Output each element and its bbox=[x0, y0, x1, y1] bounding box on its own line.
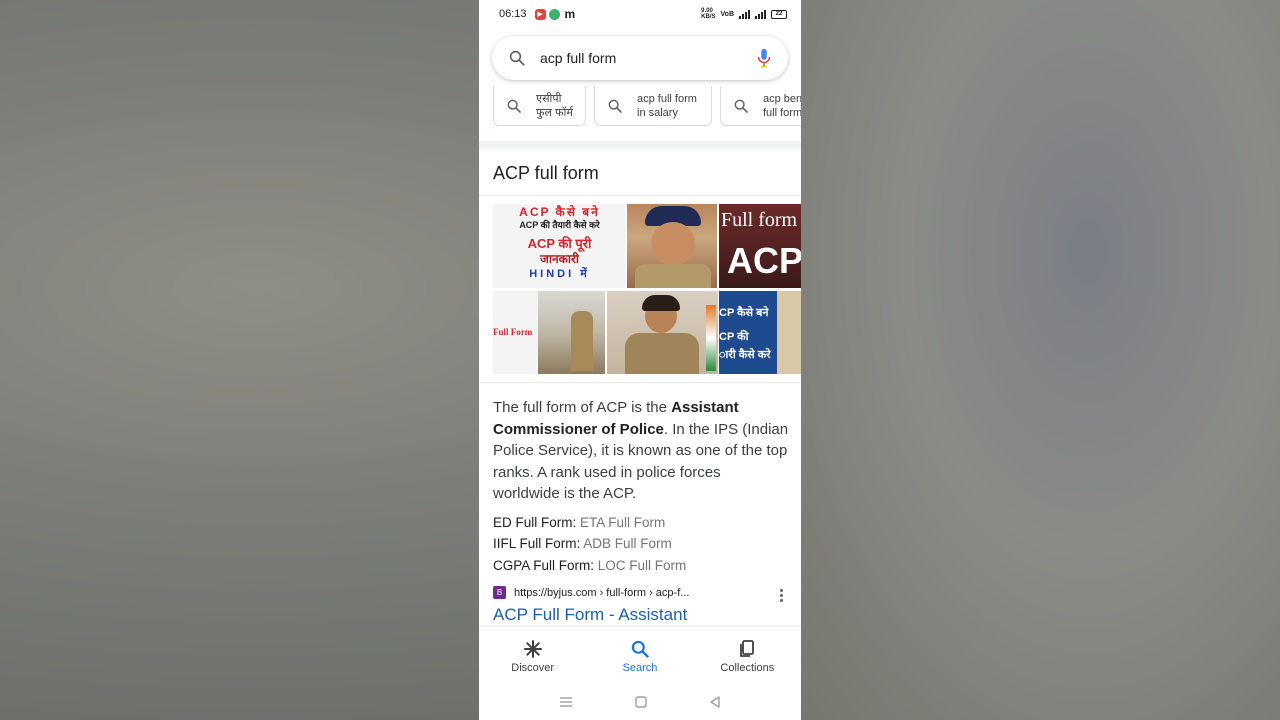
related-label: IIFL Full Form: bbox=[493, 536, 581, 551]
flag bbox=[706, 305, 716, 371]
answer-description: The full form of ACP is the Assistant Co… bbox=[493, 397, 789, 505]
description-text: The full form of ACP is the bbox=[493, 399, 672, 416]
search-icon bbox=[734, 99, 748, 113]
related-link[interactable]: LOC Full Form bbox=[598, 558, 687, 573]
home-icon[interactable] bbox=[635, 695, 647, 708]
search-bar[interactable]: acp full form bbox=[492, 36, 788, 80]
background-right bbox=[801, 0, 1280, 720]
notification-app-icon: ▶ bbox=[534, 8, 546, 20]
nav-label: Collections bbox=[720, 661, 775, 674]
source-url: https://byjus.com › full-form › acp-f... bbox=[514, 586, 690, 599]
status-indicators: 9.00 KB/S VoB 22 bbox=[701, 8, 787, 20]
related-link[interactable]: ADB Full Form bbox=[583, 536, 672, 551]
nav-search[interactable]: Search bbox=[586, 627, 693, 683]
search-icon[interactable] bbox=[508, 49, 526, 67]
search-icon bbox=[608, 99, 622, 113]
chip-suggestion[interactable]: एसीपी फुल फॉर्म bbox=[493, 86, 586, 126]
related-label: ED Full Form: bbox=[493, 515, 577, 530]
thumbnail-text: Full form bbox=[721, 209, 798, 231]
thumbnail-text: ACP की पूरी bbox=[527, 236, 592, 251]
image-thumbnail[interactable]: Full Form bbox=[493, 291, 605, 374]
signal-icon bbox=[739, 9, 750, 19]
officer-figure bbox=[571, 311, 593, 371]
thumbnail-text: ACP कैसे बने bbox=[519, 205, 600, 219]
thumbnail-text: HINDI में bbox=[529, 268, 590, 280]
back-icon[interactable] bbox=[709, 695, 721, 708]
nav-collections[interactable]: Collections bbox=[694, 627, 801, 683]
thumbnail-text: ACP की तैयारी कैसे करे bbox=[519, 220, 600, 230]
microphone-icon[interactable] bbox=[756, 48, 772, 68]
thumbnail-text: Full Form bbox=[493, 327, 533, 337]
messenger-icon: m bbox=[564, 7, 576, 21]
byjus-favicon-icon: B bbox=[493, 586, 506, 599]
officer-face bbox=[651, 222, 695, 266]
phone-screen: 06:13 ▶ m 9.00 KB/S VoB 22 acp full form… bbox=[479, 0, 801, 720]
collections-icon bbox=[740, 639, 755, 657]
suggestion-chips: एसीपी फुल फॉर्म acp full form in salary … bbox=[493, 86, 801, 126]
officer-uniform bbox=[625, 333, 699, 374]
related-item: ED Full Form: ETA Full Form bbox=[493, 515, 665, 530]
chip-label: एसीपी फुल फॉर्म bbox=[536, 92, 573, 119]
officer-hair bbox=[642, 295, 680, 311]
thumbnail-text: ACP bbox=[727, 240, 801, 281]
image-thumbnail[interactable]: Full form ACP bbox=[719, 204, 801, 288]
chip-suggestion[interactable]: acp bene full form bbox=[720, 86, 801, 126]
asterisk-icon bbox=[523, 639, 542, 658]
related-item: CGPA Full Form: LOC Full Form bbox=[493, 558, 686, 573]
chip-label: acp bene full form bbox=[763, 92, 801, 119]
thumbnail-text: CP कैसे बने bbox=[719, 307, 769, 319]
thumbnail-photo-strip bbox=[777, 291, 801, 374]
status-bar: 06:13 ▶ m 9.00 KB/S VoB 22 bbox=[479, 0, 801, 28]
nav-label: Discover bbox=[511, 661, 555, 674]
system-navigation-bar bbox=[479, 683, 801, 720]
thumbnail-text: CP की bbox=[719, 331, 749, 343]
more-options-icon[interactable] bbox=[780, 589, 783, 602]
search-icon bbox=[631, 640, 649, 658]
nav-discover[interactable]: Discover bbox=[479, 627, 586, 683]
image-thumbnail[interactable] bbox=[607, 291, 718, 374]
nav-label: Search bbox=[622, 661, 658, 674]
battery-icon: 22 bbox=[771, 9, 787, 19]
result-title-link[interactable]: ACP Full Form - Assistant bbox=[493, 605, 687, 625]
officer-uniform bbox=[635, 264, 711, 288]
net-speed-icon: 9.00 KB/S bbox=[701, 8, 716, 20]
thumbnail-text: जानकारी bbox=[539, 252, 579, 266]
result-source[interactable]: B https://byjus.com › full-form › acp-f.… bbox=[493, 586, 689, 599]
image-thumbnail[interactable] bbox=[627, 204, 717, 288]
related-item: IIFL Full Form: ADB Full Form bbox=[493, 536, 672, 551]
divider bbox=[479, 195, 801, 196]
image-thumbnail[interactable]: ACP कैसे बने ACP की तैयारी कैसे करे ACP … bbox=[493, 204, 626, 288]
chip-suggestion[interactable]: acp full form in salary bbox=[594, 86, 712, 126]
menu-icon[interactable] bbox=[559, 696, 573, 708]
signal-icon-2 bbox=[755, 9, 766, 19]
related-link[interactable]: ETA Full Form bbox=[580, 515, 665, 530]
related-label: CGPA Full Form: bbox=[493, 558, 595, 573]
divider bbox=[479, 382, 801, 383]
search-input[interactable]: acp full form bbox=[540, 50, 756, 66]
bottom-navigation: Discover Search Collections bbox=[479, 627, 801, 683]
volte-icon: VoB bbox=[720, 10, 734, 18]
status-time: 06:13 bbox=[499, 8, 527, 20]
image-thumbnail[interactable]: CP कैसे बने CP की ारी कैसे करे bbox=[719, 291, 801, 374]
search-icon bbox=[507, 99, 521, 113]
chip-label: acp full form in salary bbox=[637, 92, 697, 119]
whatsapp-icon bbox=[548, 8, 560, 20]
panel-heading: ACP full form bbox=[493, 163, 599, 183]
thumbnail-text: ारी कैसे करे bbox=[719, 349, 771, 361]
section-divider bbox=[479, 141, 801, 149]
